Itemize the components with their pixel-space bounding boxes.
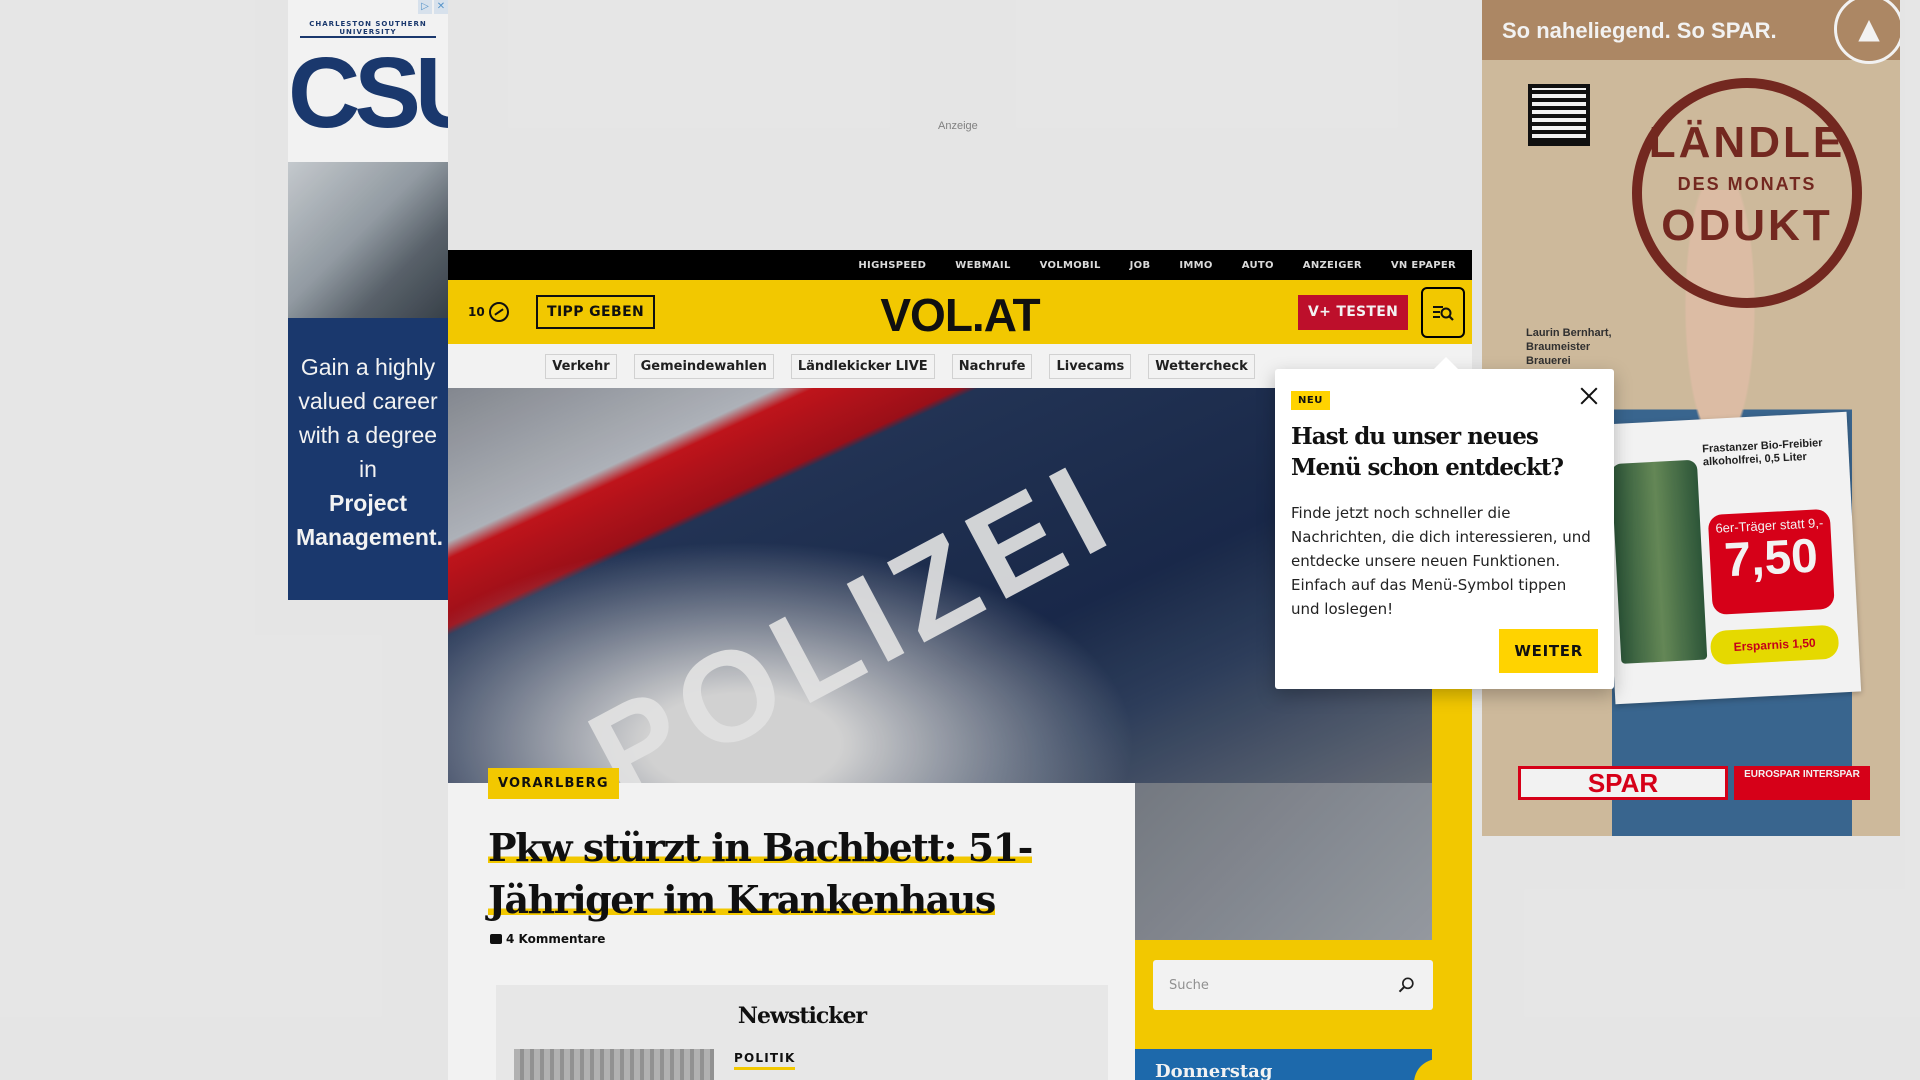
- ad-info-icon[interactable]: ▷: [418, 0, 432, 14]
- promo-saving: Ersparnis 1,50: [1709, 624, 1840, 666]
- newsticker-thumbnail[interactable]: [514, 1049, 714, 1080]
- newsticker-title: Newsticker: [737, 1003, 867, 1029]
- weather-widget[interactable]: Donnerstag: [1135, 1049, 1462, 1080]
- utility-link-vn-epaper[interactable]: VN EPAPER: [1391, 260, 1456, 271]
- stamp-bottom: ODUKT: [1661, 201, 1833, 250]
- csu-university-name: CHARLESTON SOUTHERN UNIVERSITY: [309, 20, 427, 36]
- promo-price-new: 7,50: [1723, 529, 1820, 588]
- nav-item-nachrufe[interactable]: Nachrufe: [951, 353, 1033, 379]
- comments-count: 4 Kommentare: [506, 932, 606, 946]
- menu-search-icon: [1433, 305, 1454, 321]
- stamp-top: LÄNDLE: [1648, 118, 1846, 167]
- nav-item-laendlekicker[interactable]: Ländlekicker LIVE: [790, 353, 935, 379]
- utility-link-webmail[interactable]: WEBMAIL: [955, 260, 1010, 271]
- spar-sub-brands: EUROSPAR INTERSPAR: [1734, 766, 1870, 800]
- csu-ad-text: Gain a highly valued career with a degre…: [288, 318, 448, 554]
- nav-item-wettercheck[interactable]: Wettercheck: [1148, 353, 1255, 379]
- utility-link-anzeiger[interactable]: ANZEIGER: [1303, 260, 1362, 271]
- spar-stamp: LÄNDLE DES MONATS ODUKT: [1632, 78, 1862, 308]
- counter-value: 10: [468, 305, 485, 319]
- ad-close-icon[interactable]: ✕: [434, 0, 448, 14]
- utility-link-auto[interactable]: AUTO: [1242, 260, 1274, 271]
- popover-body: Finde jetzt noch schneller die Nachricht…: [1291, 504, 1591, 618]
- search-box[interactable]: Suche: [1153, 960, 1433, 1010]
- spar-promo-card: Frastanzer Bio-Freibier alkoholfrei, 0,5…: [1600, 411, 1862, 705]
- csu-photo: [288, 162, 448, 318]
- weather-counter[interactable]: 10: [468, 302, 509, 322]
- sidebar-image: [1135, 783, 1432, 940]
- utility-bar: HIGHSPEED WEBMAIL VOLMOBIL JOB IMMO AUTO…: [448, 250, 1472, 280]
- hero-police-lettering: POLIZEI: [567, 435, 1137, 783]
- tipp-geben-button[interactable]: TIPP GEBEN: [536, 295, 656, 329]
- close-icon[interactable]: [1578, 385, 1600, 407]
- left-ad-csu[interactable]: ▷ ✕ CHARLESTON SOUTHERN UNIVERSITY CSU G…: [288, 0, 448, 600]
- ad-choices-controls[interactable]: ▷ ✕: [418, 0, 448, 14]
- ad-label: Anzeige: [938, 120, 978, 132]
- menu-search-button[interactable]: [1421, 287, 1465, 338]
- csu-ad-text-line2: Project Management.: [296, 490, 443, 550]
- weather-day: Donnerstag: [1155, 1061, 1273, 1080]
- utility-link-immo[interactable]: IMMO: [1179, 260, 1212, 271]
- comments-link[interactable]: 4 Kommentare: [490, 932, 605, 946]
- new-badge: NEU: [1291, 391, 1330, 410]
- beer-bottles: [1610, 459, 1708, 664]
- popover-title: Hast du unser neues Menü schon entdeckt?: [1291, 423, 1564, 481]
- promo-price: 6er-Träger statt 9,- 7,50: [1707, 508, 1835, 616]
- spar-brand-bar: SPAR EUROSPAR INTERSPAR: [1518, 766, 1870, 800]
- newsticker-category[interactable]: POLITIK: [734, 1051, 796, 1070]
- nav-item-gemeindewahlen[interactable]: Gemeindewahlen: [633, 353, 774, 379]
- site-header: 10 TIPP GEBEN VOL.AT V+ TESTEN: [448, 280, 1472, 344]
- csu-ad-top: ▷ ✕ CHARLESTON SOUTHERN UNIVERSITY CSU: [288, 0, 448, 318]
- weiter-button[interactable]: WEITER: [1499, 629, 1598, 673]
- utility-link-highspeed[interactable]: HIGHSPEED: [858, 260, 926, 271]
- headline-line-2: Jähriger im Krankenhaus: [488, 877, 996, 922]
- article-headline[interactable]: Pkw stürzt in Bachbett: 51- Jähriger im …: [488, 822, 1048, 926]
- search-input[interactable]: Suche: [1169, 978, 1209, 993]
- spar-caption: Laurin Bernhart, Braumeister Brauerei: [1526, 327, 1612, 367]
- gauge-icon: [488, 302, 509, 322]
- stamp-mid: DES MONATS: [1677, 174, 1817, 194]
- utility-link-job[interactable]: JOB: [1130, 260, 1151, 271]
- promo-product: Frastanzer Bio-Freibier alkoholfrei, 0,5…: [1701, 437, 1823, 469]
- nav-item-verkehr[interactable]: Verkehr: [545, 353, 617, 379]
- new-menu-popover: NEU Hast du unser neues Menü schon entde…: [1275, 357, 1614, 689]
- search-icon[interactable]: [1397, 975, 1417, 995]
- article-category[interactable]: VORARLBERG: [488, 768, 619, 799]
- spar-logo: SPAR: [1518, 766, 1728, 800]
- vplus-testen-button[interactable]: V+ TESTEN: [1298, 295, 1409, 330]
- newsticker: Newsticker POLITIK: [496, 985, 1108, 1080]
- comment-icon: [490, 934, 502, 944]
- qr-code: [1528, 84, 1590, 146]
- utility-link-volmobil[interactable]: VOLMOBIL: [1040, 260, 1101, 271]
- nav-item-livecams[interactable]: Livecams: [1049, 353, 1132, 379]
- headline-line-1: Pkw stürzt in Bachbett: 51-: [488, 825, 1033, 870]
- csu-ad-text-line1: Gain a highly valued career with a degre…: [298, 354, 438, 482]
- csu-logo: CSU: [288, 37, 448, 149]
